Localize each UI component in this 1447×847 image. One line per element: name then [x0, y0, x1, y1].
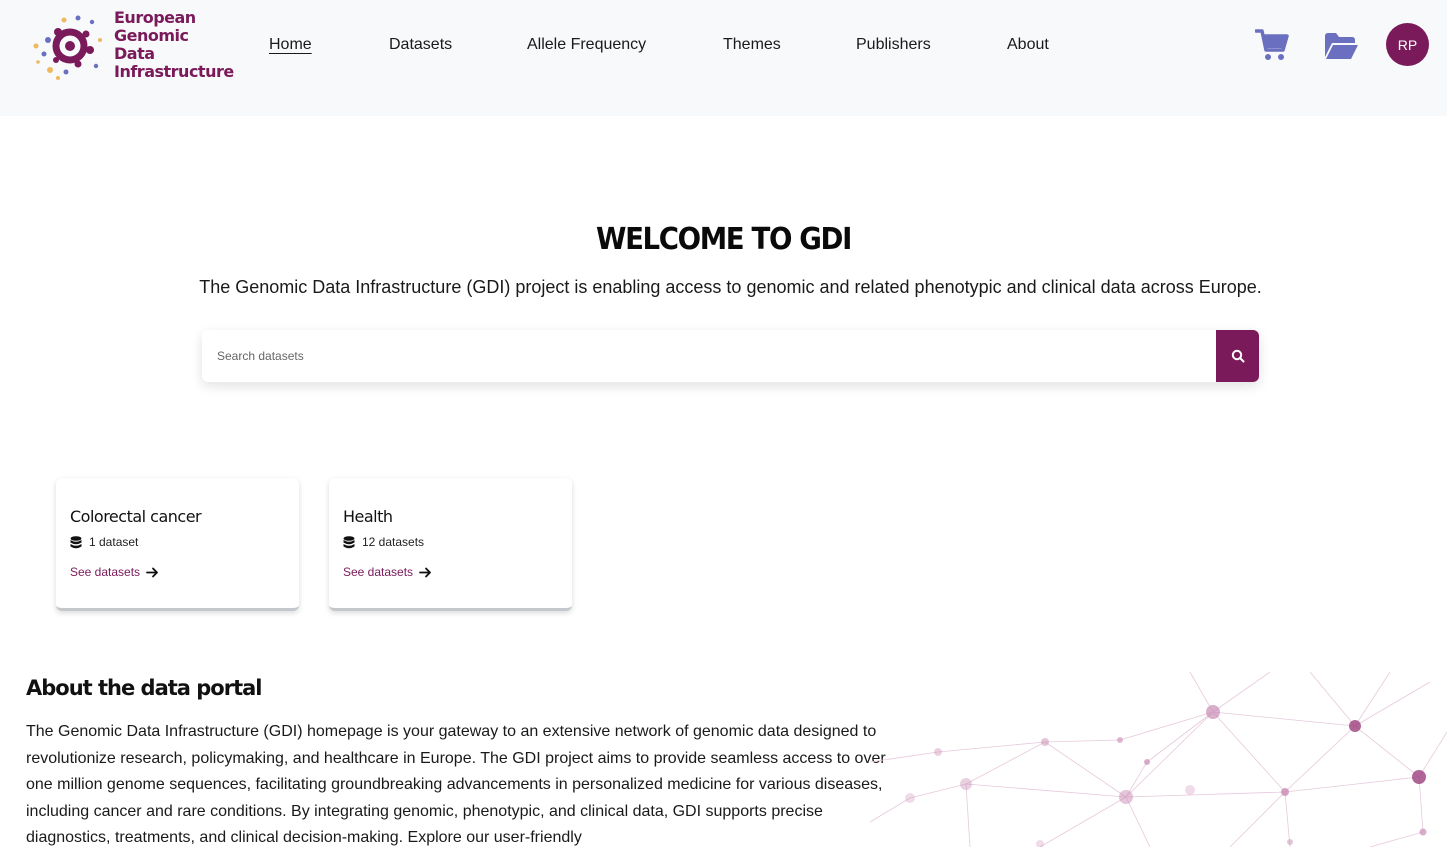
search-button[interactable] — [1216, 330, 1259, 382]
nav-themes[interactable]: Themes — [723, 36, 781, 54]
arrow-right-icon — [419, 567, 431, 577]
search-bar — [202, 330, 1259, 382]
nav-datasets[interactable]: Datasets — [389, 36, 452, 54]
nav-home[interactable]: Home — [269, 36, 312, 54]
arrow-right-icon — [146, 567, 158, 577]
gdi-logo-icon — [33, 15, 102, 80]
page-subtitle: The Genomic Data Infrastructure (GDI) pr… — [199, 277, 1262, 297]
page-title: WELCOME TO GDI — [596, 222, 852, 257]
database-icon — [70, 535, 82, 548]
theme-card-count: 1 dataset — [70, 535, 138, 549]
theme-card-health[interactable]: Health 12 datasets See datasets — [329, 478, 572, 611]
theme-card-count-label: 12 datasets — [362, 535, 425, 549]
shopping-cart-icon[interactable] — [1255, 28, 1289, 62]
theme-card-count-label: 1 dataset — [89, 535, 139, 549]
search-input[interactable] — [202, 330, 1216, 382]
theme-card-count: 12 datasets — [343, 535, 424, 549]
site-header: European Genomic Data Infrastructure Hom… — [0, 0, 1447, 116]
user-avatar[interactable]: RP — [1386, 23, 1429, 66]
nav-about[interactable]: About — [1007, 36, 1049, 54]
see-datasets-label: See datasets — [343, 565, 414, 579]
theme-card-title: Colorectal cancer — [70, 507, 202, 526]
search-icon — [1231, 349, 1244, 363]
nav-publishers[interactable]: Publishers — [856, 36, 931, 54]
nav-allele-frequency[interactable]: Allele Frequency — [527, 36, 646, 54]
folder-open-icon[interactable] — [1323, 30, 1359, 62]
logo-line-3: Infrastructure — [114, 62, 234, 81]
theme-card-colorectal-cancer[interactable]: Colorectal cancer 1 dataset See datasets — [56, 478, 299, 611]
logo-wordmark: European Genomic Data Infrastructure — [114, 9, 234, 81]
about-section-text: The Genomic Data Infrastructure (GDI) ho… — [26, 723, 886, 846]
network-graphic — [870, 672, 1447, 847]
see-datasets-link[interactable]: See datasets — [343, 565, 432, 579]
database-icon — [343, 535, 355, 548]
about-section-title: About the data portal — [26, 676, 263, 700]
see-datasets-link[interactable]: See datasets — [70, 565, 159, 579]
logo-line-1: European — [114, 8, 196, 27]
logo-line-2: Genomic Data — [114, 26, 189, 63]
gdi-logo[interactable]: European Genomic Data Infrastructure — [30, 9, 234, 81]
see-datasets-label: See datasets — [70, 565, 141, 579]
theme-card-title: Health — [343, 507, 393, 526]
